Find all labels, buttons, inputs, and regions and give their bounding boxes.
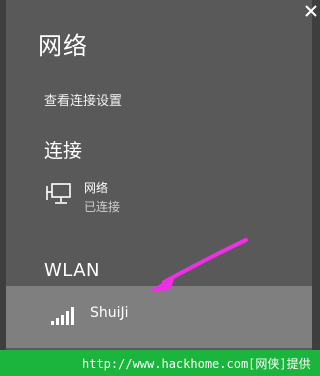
wifi-ssid: ShuiJi <box>90 305 129 321</box>
connection-name: 网络 <box>84 181 109 195</box>
footer-bar: http://www.hackhome.com[网侠]提供 <box>0 350 320 376</box>
connections-heading: 连接 <box>44 140 83 162</box>
close-icon[interactable] <box>304 4 318 18</box>
wlan-heading: WLAN <box>44 260 101 281</box>
wired-connection-item[interactable]: 网络 已连接 <box>44 178 244 214</box>
wifi-signal-icon <box>50 306 76 326</box>
wired-network-icon <box>44 180 74 210</box>
right-border <box>312 0 320 350</box>
panel-title: 网络 <box>38 32 88 60</box>
footer-credit: http://www.hackhome.com[网侠]提供 <box>82 357 311 371</box>
connection-status: 已连接 <box>84 200 121 214</box>
pointer-arrow-icon <box>140 236 250 300</box>
view-connection-settings-link[interactable]: 查看连接设置 <box>44 90 122 109</box>
